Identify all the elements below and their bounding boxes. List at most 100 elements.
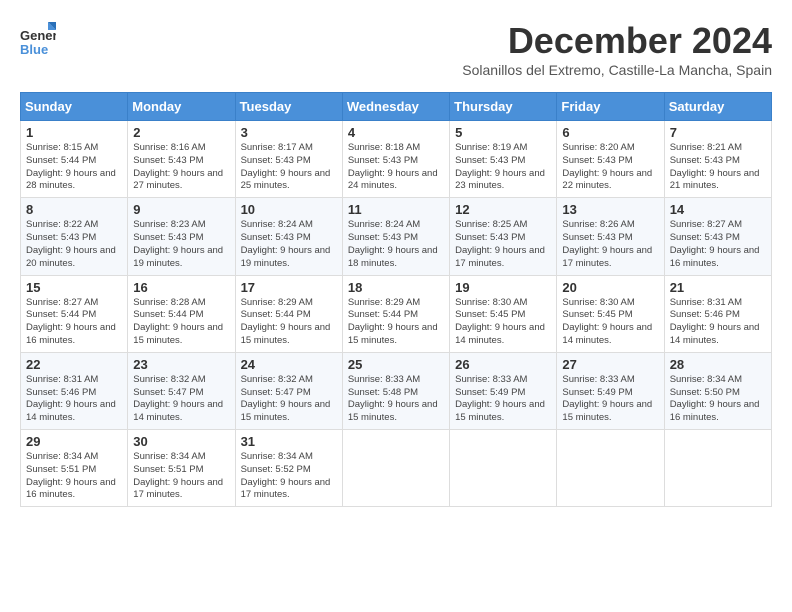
calendar-cell: 1 Sunrise: 8:15 AM Sunset: 5:44 PM Dayli… (21, 121, 128, 198)
day-number: 6 (562, 125, 658, 140)
day-info: Sunrise: 8:29 AM Sunset: 5:44 PM Dayligh… (241, 297, 337, 348)
day-info: Sunrise: 8:32 AM Sunset: 5:47 PM Dayligh… (133, 374, 229, 425)
day-info: Sunrise: 8:18 AM Sunset: 5:43 PM Dayligh… (348, 142, 444, 193)
day-number: 17 (241, 280, 337, 295)
calendar-cell: 2 Sunrise: 8:16 AM Sunset: 5:43 PM Dayli… (128, 121, 235, 198)
page-header: General Blue December 2024 Solanillos de… (20, 20, 772, 88)
month-title: December 2024 (462, 20, 772, 62)
day-number: 12 (455, 202, 551, 217)
day-number: 22 (26, 357, 122, 372)
day-info: Sunrise: 8:19 AM Sunset: 5:43 PM Dayligh… (455, 142, 551, 193)
calendar-cell: 5 Sunrise: 8:19 AM Sunset: 5:43 PM Dayli… (450, 121, 557, 198)
day-number: 16 (133, 280, 229, 295)
day-number: 14 (670, 202, 766, 217)
day-number: 29 (26, 434, 122, 449)
day-info: Sunrise: 8:27 AM Sunset: 5:44 PM Dayligh… (26, 297, 122, 348)
day-info: Sunrise: 8:22 AM Sunset: 5:43 PM Dayligh… (26, 219, 122, 270)
calendar-cell (450, 430, 557, 507)
calendar-cell: 6 Sunrise: 8:20 AM Sunset: 5:43 PM Dayli… (557, 121, 664, 198)
svg-text:Blue: Blue (20, 42, 48, 56)
day-info: Sunrise: 8:21 AM Sunset: 5:43 PM Dayligh… (670, 142, 766, 193)
calendar-cell: 25 Sunrise: 8:33 AM Sunset: 5:48 PM Dayl… (342, 352, 449, 429)
calendar-cell: 30 Sunrise: 8:34 AM Sunset: 5:51 PM Dayl… (128, 430, 235, 507)
day-info: Sunrise: 8:32 AM Sunset: 5:47 PM Dayligh… (241, 374, 337, 425)
day-number: 11 (348, 202, 444, 217)
day-number: 1 (26, 125, 122, 140)
location-subtitle: Solanillos del Extremo, Castille-La Manc… (462, 62, 772, 78)
header-thursday: Thursday (450, 93, 557, 121)
calendar-cell: 24 Sunrise: 8:32 AM Sunset: 5:47 PM Dayl… (235, 352, 342, 429)
calendar-cell: 4 Sunrise: 8:18 AM Sunset: 5:43 PM Dayli… (342, 121, 449, 198)
day-number: 7 (670, 125, 766, 140)
header-monday: Monday (128, 93, 235, 121)
calendar-week-row: 29 Sunrise: 8:34 AM Sunset: 5:51 PM Dayl… (21, 430, 772, 507)
day-info: Sunrise: 8:16 AM Sunset: 5:43 PM Dayligh… (133, 142, 229, 193)
day-number: 30 (133, 434, 229, 449)
day-info: Sunrise: 8:28 AM Sunset: 5:44 PM Dayligh… (133, 297, 229, 348)
day-number: 5 (455, 125, 551, 140)
day-info: Sunrise: 8:30 AM Sunset: 5:45 PM Dayligh… (455, 297, 551, 348)
calendar-cell: 9 Sunrise: 8:23 AM Sunset: 5:43 PM Dayli… (128, 198, 235, 275)
day-info: Sunrise: 8:23 AM Sunset: 5:43 PM Dayligh… (133, 219, 229, 270)
day-number: 27 (562, 357, 658, 372)
calendar-cell: 21 Sunrise: 8:31 AM Sunset: 5:46 PM Dayl… (664, 275, 771, 352)
day-number: 19 (455, 280, 551, 295)
day-number: 20 (562, 280, 658, 295)
header-sunday: Sunday (21, 93, 128, 121)
day-info: Sunrise: 8:34 AM Sunset: 5:52 PM Dayligh… (241, 451, 337, 502)
day-number: 28 (670, 357, 766, 372)
calendar-cell: 3 Sunrise: 8:17 AM Sunset: 5:43 PM Dayli… (235, 121, 342, 198)
calendar-cell (342, 430, 449, 507)
day-info: Sunrise: 8:24 AM Sunset: 5:43 PM Dayligh… (241, 219, 337, 270)
header-tuesday: Tuesday (235, 93, 342, 121)
header-friday: Friday (557, 93, 664, 121)
day-number: 8 (26, 202, 122, 217)
calendar-cell: 20 Sunrise: 8:30 AM Sunset: 5:45 PM Dayl… (557, 275, 664, 352)
day-number: 24 (241, 357, 337, 372)
day-number: 26 (455, 357, 551, 372)
day-number: 23 (133, 357, 229, 372)
day-number: 10 (241, 202, 337, 217)
day-number: 31 (241, 434, 337, 449)
day-number: 25 (348, 357, 444, 372)
day-info: Sunrise: 8:27 AM Sunset: 5:43 PM Dayligh… (670, 219, 766, 270)
day-info: Sunrise: 8:20 AM Sunset: 5:43 PM Dayligh… (562, 142, 658, 193)
logo-icon: General Blue (20, 20, 56, 56)
calendar-cell (664, 430, 771, 507)
calendar-table: Sunday Monday Tuesday Wednesday Thursday… (20, 92, 772, 507)
calendar-cell: 15 Sunrise: 8:27 AM Sunset: 5:44 PM Dayl… (21, 275, 128, 352)
day-number: 4 (348, 125, 444, 140)
calendar-cell: 13 Sunrise: 8:26 AM Sunset: 5:43 PM Dayl… (557, 198, 664, 275)
calendar-cell: 31 Sunrise: 8:34 AM Sunset: 5:52 PM Dayl… (235, 430, 342, 507)
svg-text:General: General (20, 28, 56, 43)
day-info: Sunrise: 8:17 AM Sunset: 5:43 PM Dayligh… (241, 142, 337, 193)
day-number: 18 (348, 280, 444, 295)
day-number: 9 (133, 202, 229, 217)
calendar-week-row: 15 Sunrise: 8:27 AM Sunset: 5:44 PM Dayl… (21, 275, 772, 352)
calendar-week-row: 8 Sunrise: 8:22 AM Sunset: 5:43 PM Dayli… (21, 198, 772, 275)
day-number: 3 (241, 125, 337, 140)
calendar-cell: 8 Sunrise: 8:22 AM Sunset: 5:43 PM Dayli… (21, 198, 128, 275)
header-saturday: Saturday (664, 93, 771, 121)
day-info: Sunrise: 8:25 AM Sunset: 5:43 PM Dayligh… (455, 219, 551, 270)
day-info: Sunrise: 8:31 AM Sunset: 5:46 PM Dayligh… (26, 374, 122, 425)
logo: General Blue (20, 20, 60, 56)
day-number: 21 (670, 280, 766, 295)
day-info: Sunrise: 8:30 AM Sunset: 5:45 PM Dayligh… (562, 297, 658, 348)
title-block: December 2024 Solanillos del Extremo, Ca… (462, 20, 772, 88)
day-info: Sunrise: 8:31 AM Sunset: 5:46 PM Dayligh… (670, 297, 766, 348)
calendar-cell: 28 Sunrise: 8:34 AM Sunset: 5:50 PM Dayl… (664, 352, 771, 429)
day-info: Sunrise: 8:29 AM Sunset: 5:44 PM Dayligh… (348, 297, 444, 348)
calendar-cell: 19 Sunrise: 8:30 AM Sunset: 5:45 PM Dayl… (450, 275, 557, 352)
calendar-cell: 17 Sunrise: 8:29 AM Sunset: 5:44 PM Dayl… (235, 275, 342, 352)
day-number: 13 (562, 202, 658, 217)
day-info: Sunrise: 8:34 AM Sunset: 5:51 PM Dayligh… (133, 451, 229, 502)
day-info: Sunrise: 8:34 AM Sunset: 5:51 PM Dayligh… (26, 451, 122, 502)
day-info: Sunrise: 8:33 AM Sunset: 5:49 PM Dayligh… (455, 374, 551, 425)
day-info: Sunrise: 8:26 AM Sunset: 5:43 PM Dayligh… (562, 219, 658, 270)
calendar-cell: 10 Sunrise: 8:24 AM Sunset: 5:43 PM Dayl… (235, 198, 342, 275)
calendar-cell: 26 Sunrise: 8:33 AM Sunset: 5:49 PM Dayl… (450, 352, 557, 429)
calendar-cell: 14 Sunrise: 8:27 AM Sunset: 5:43 PM Dayl… (664, 198, 771, 275)
day-number: 15 (26, 280, 122, 295)
calendar-cell: 18 Sunrise: 8:29 AM Sunset: 5:44 PM Dayl… (342, 275, 449, 352)
